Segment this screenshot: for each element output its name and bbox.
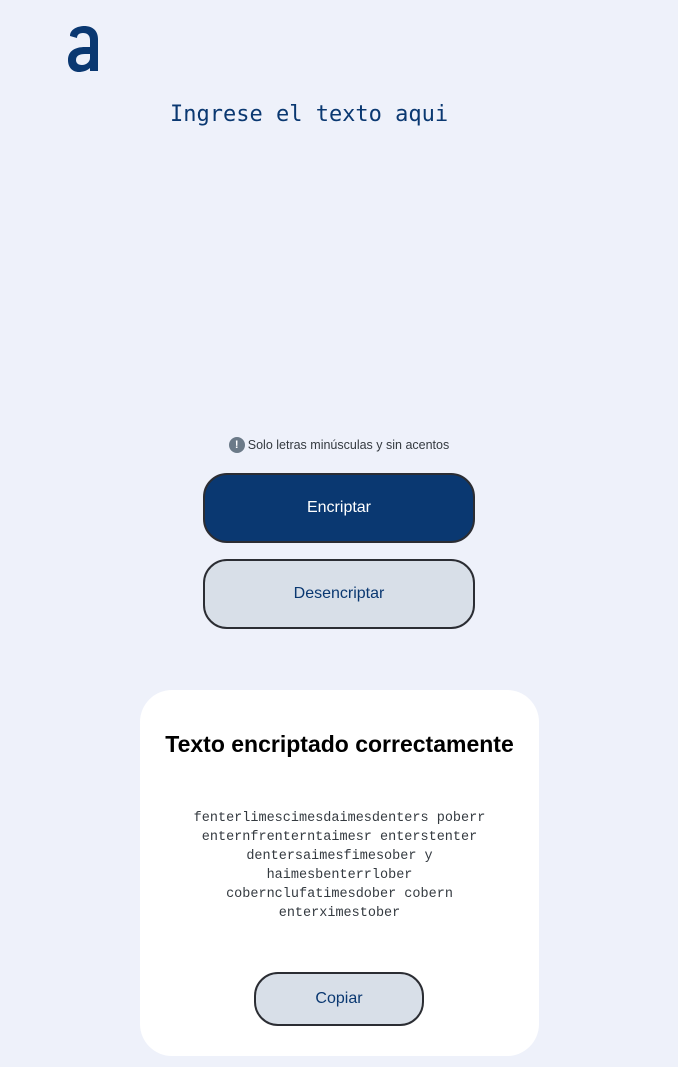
encrypt-button[interactable]: Encriptar bbox=[203, 473, 475, 543]
logo-icon bbox=[66, 25, 102, 73]
copy-button[interactable]: Copiar bbox=[254, 972, 424, 1026]
decrypt-button[interactable]: Desencriptar bbox=[203, 559, 475, 629]
output-text: fenterlimescimesdaimesdenters poberr ent… bbox=[193, 811, 486, 921]
hint-text: Solo letras minúsculas y sin acentos bbox=[247, 438, 450, 452]
text-input[interactable] bbox=[170, 100, 610, 400]
output-title: Texto encriptado correctamente bbox=[165, 731, 514, 757]
input-hint: ! Solo letras minúsculas y sin acentos bbox=[0, 437, 678, 454]
output-panel: Texto encriptado correctamente fenterlim… bbox=[140, 690, 539, 1056]
info-icon: ! bbox=[228, 437, 245, 453]
